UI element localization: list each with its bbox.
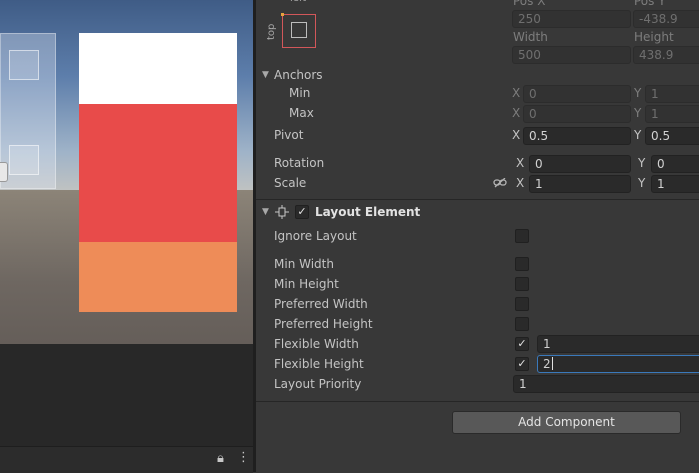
scale-label: Scale — [274, 176, 307, 190]
width-label: Width — [513, 30, 548, 44]
scene-handle[interactable] — [0, 162, 8, 182]
max-label: Max — [289, 106, 314, 120]
layout-element-fold-icon[interactable]: ▼ — [262, 207, 269, 217]
kebab-icon[interactable]: ⋮ — [237, 450, 250, 465]
ignore-layout-checkbox[interactable] — [515, 229, 529, 243]
flexible-width-checkbox[interactable]: ✓ — [515, 337, 529, 351]
min-label: Min — [289, 86, 311, 100]
preferred-height-checkbox[interactable] — [515, 317, 529, 331]
min-x-axis: X — [512, 86, 521, 100]
layout-priority-field[interactable]: 1 — [513, 375, 699, 393]
rotation-x-field[interactable]: 0 — [529, 155, 631, 173]
rotation-label: Rotation — [274, 156, 325, 170]
orange-layout-panel[interactable] — [79, 242, 237, 312]
text-cursor — [551, 357, 553, 370]
pos-y-field[interactable]: -438.9 — [633, 10, 699, 28]
max-y-field[interactable]: 1 — [645, 105, 699, 123]
min-x-field[interactable]: 0 — [523, 85, 631, 103]
pivot-y-field[interactable]: 0.5 — [645, 127, 699, 145]
pivot-label: Pivot — [274, 128, 304, 142]
scale-x-field[interactable]: 1 — [529, 175, 631, 193]
game-view-area — [0, 344, 253, 446]
max-y-axis: Y — [634, 106, 642, 120]
min-y-field[interactable]: 1 — [645, 85, 699, 103]
ui-glass-button[interactable] — [9, 50, 39, 80]
ignore-layout-label: Ignore Layout — [274, 229, 357, 243]
preferred-height-label: Preferred Height — [274, 317, 373, 331]
min-y-axis: Y — [634, 86, 642, 100]
height-field[interactable]: 438.9 — [633, 46, 699, 64]
component-divider — [256, 199, 699, 200]
width-field[interactable]: 500 — [512, 46, 631, 64]
inspector-panel: top left Pos X Pos Y 250 -438.9 Width He… — [256, 0, 699, 472]
min-width-checkbox[interactable] — [515, 257, 529, 271]
anchor-preset-icon — [291, 22, 307, 38]
anchor-point-icon — [281, 13, 284, 16]
preferred-width-label: Preferred Width — [274, 297, 368, 311]
height-label: Height — [634, 30, 674, 44]
min-width-label: Min Width — [274, 257, 334, 271]
flexible-width-field[interactable]: 1 — [537, 335, 699, 353]
scene-view[interactable] — [0, 0, 253, 344]
flexible-width-label: Flexible Width — [274, 337, 359, 351]
max-x-field[interactable]: 0 — [523, 105, 631, 123]
min-height-checkbox[interactable] — [515, 277, 529, 291]
min-height-label: Min Height — [274, 277, 339, 291]
constrain-proportions-icon[interactable] — [493, 178, 507, 188]
flexible-height-checkbox[interactable]: ✓ — [515, 357, 529, 371]
flexible-height-field[interactable]: 2 — [537, 355, 699, 373]
ui-glass-button[interactable] — [9, 145, 39, 175]
pivot-y-axis: Y — [634, 128, 642, 142]
scale-y-field[interactable]: 1 — [651, 175, 699, 193]
anchors-label[interactable]: Anchors — [274, 68, 323, 82]
layout-element-icon — [275, 205, 289, 219]
layout-element-enabled-checkbox[interactable]: ✓ — [295, 205, 309, 219]
pos-y-label: Pos Y — [634, 0, 666, 8]
layout-priority-label: Layout Priority — [274, 377, 362, 391]
left-label: left — [290, 0, 306, 4]
rotation-y-axis: Y — [638, 156, 646, 170]
component-divider — [256, 401, 699, 402]
rotation-y-field[interactable]: 0 — [651, 155, 699, 173]
max-x-axis: X — [512, 106, 521, 120]
top-label: top — [266, 23, 277, 40]
red-layout-panel[interactable] — [79, 104, 237, 242]
lock-icon[interactable]: 🔒︎ — [217, 451, 224, 466]
anchors-fold-icon[interactable]: ▼ — [262, 70, 269, 80]
scene-toolbar: 🔒︎ ⋮ — [0, 446, 253, 473]
pivot-x-axis: X — [512, 128, 521, 142]
flexible-height-value: 2 — [543, 357, 551, 371]
scale-x-axis: X — [516, 176, 525, 190]
flexible-height-label: Flexible Height — [274, 357, 364, 371]
pivot-x-field[interactable]: 0.5 — [523, 127, 631, 145]
pos-x-label: Pos X — [513, 0, 546, 8]
scale-y-axis: Y — [638, 176, 646, 190]
preferred-width-checkbox[interactable] — [515, 297, 529, 311]
rotation-x-axis: X — [516, 156, 525, 170]
add-component-button[interactable]: Add Component — [452, 411, 681, 434]
layout-element-title: Layout Element — [315, 205, 421, 219]
pos-x-field[interactable]: 250 — [512, 10, 631, 28]
white-layout-panel[interactable] — [79, 33, 237, 104]
